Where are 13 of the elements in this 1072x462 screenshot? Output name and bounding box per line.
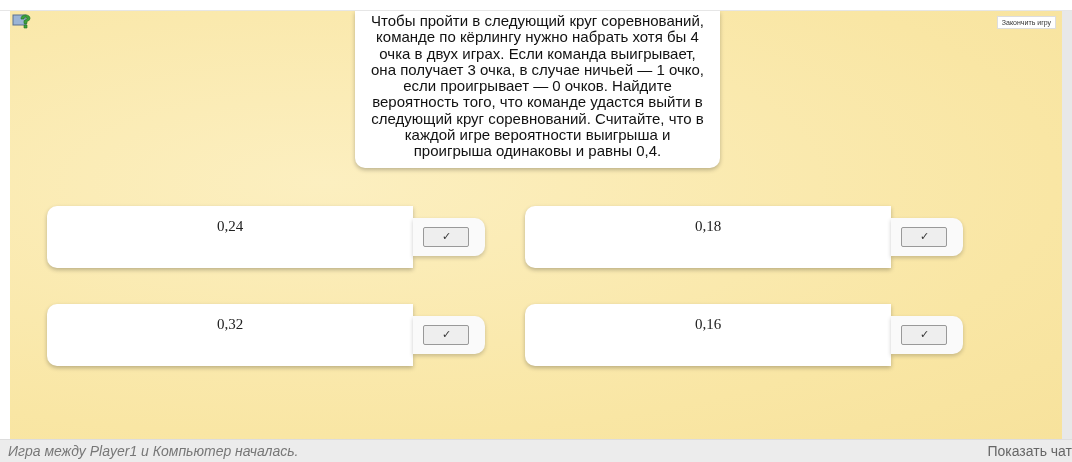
status-message: Игра между Player1 и Компьютер началась. bbox=[8, 443, 299, 459]
answer-value: 0,18 bbox=[694, 217, 722, 235]
scrollbar[interactable] bbox=[1062, 11, 1072, 439]
show-chat-link[interactable]: Показать чат bbox=[987, 443, 1072, 459]
check-button[interactable]: ✓ bbox=[901, 324, 947, 345]
help-icon[interactable] bbox=[12, 13, 32, 31]
check-button[interactable]: ✓ bbox=[901, 226, 947, 247]
check-button[interactable]: ✓ bbox=[423, 324, 469, 345]
check-button[interactable]: ✓ bbox=[423, 226, 469, 247]
answer-value: 0,24 bbox=[216, 217, 244, 235]
question-text: Чтобы пройти в следующий круг соревнований, команде по кёрлингу нужно набрать хотя бы 4 очка в двух играх. Если команда выигрывает, она получает 3 очка, в случае ничьей — 1 очко, если проигрывает — 0 очков. Найдите вероятность того, что команде удастся выйти в следующий круг соревнований. Считайте, что в каждой игре вероятности выигрыша и проигрыша одинаковы и равны 0,4. bbox=[370, 13, 705, 160]
answer-value: 0,32 bbox=[216, 315, 244, 333]
answer-value: 0,16 bbox=[694, 315, 722, 333]
